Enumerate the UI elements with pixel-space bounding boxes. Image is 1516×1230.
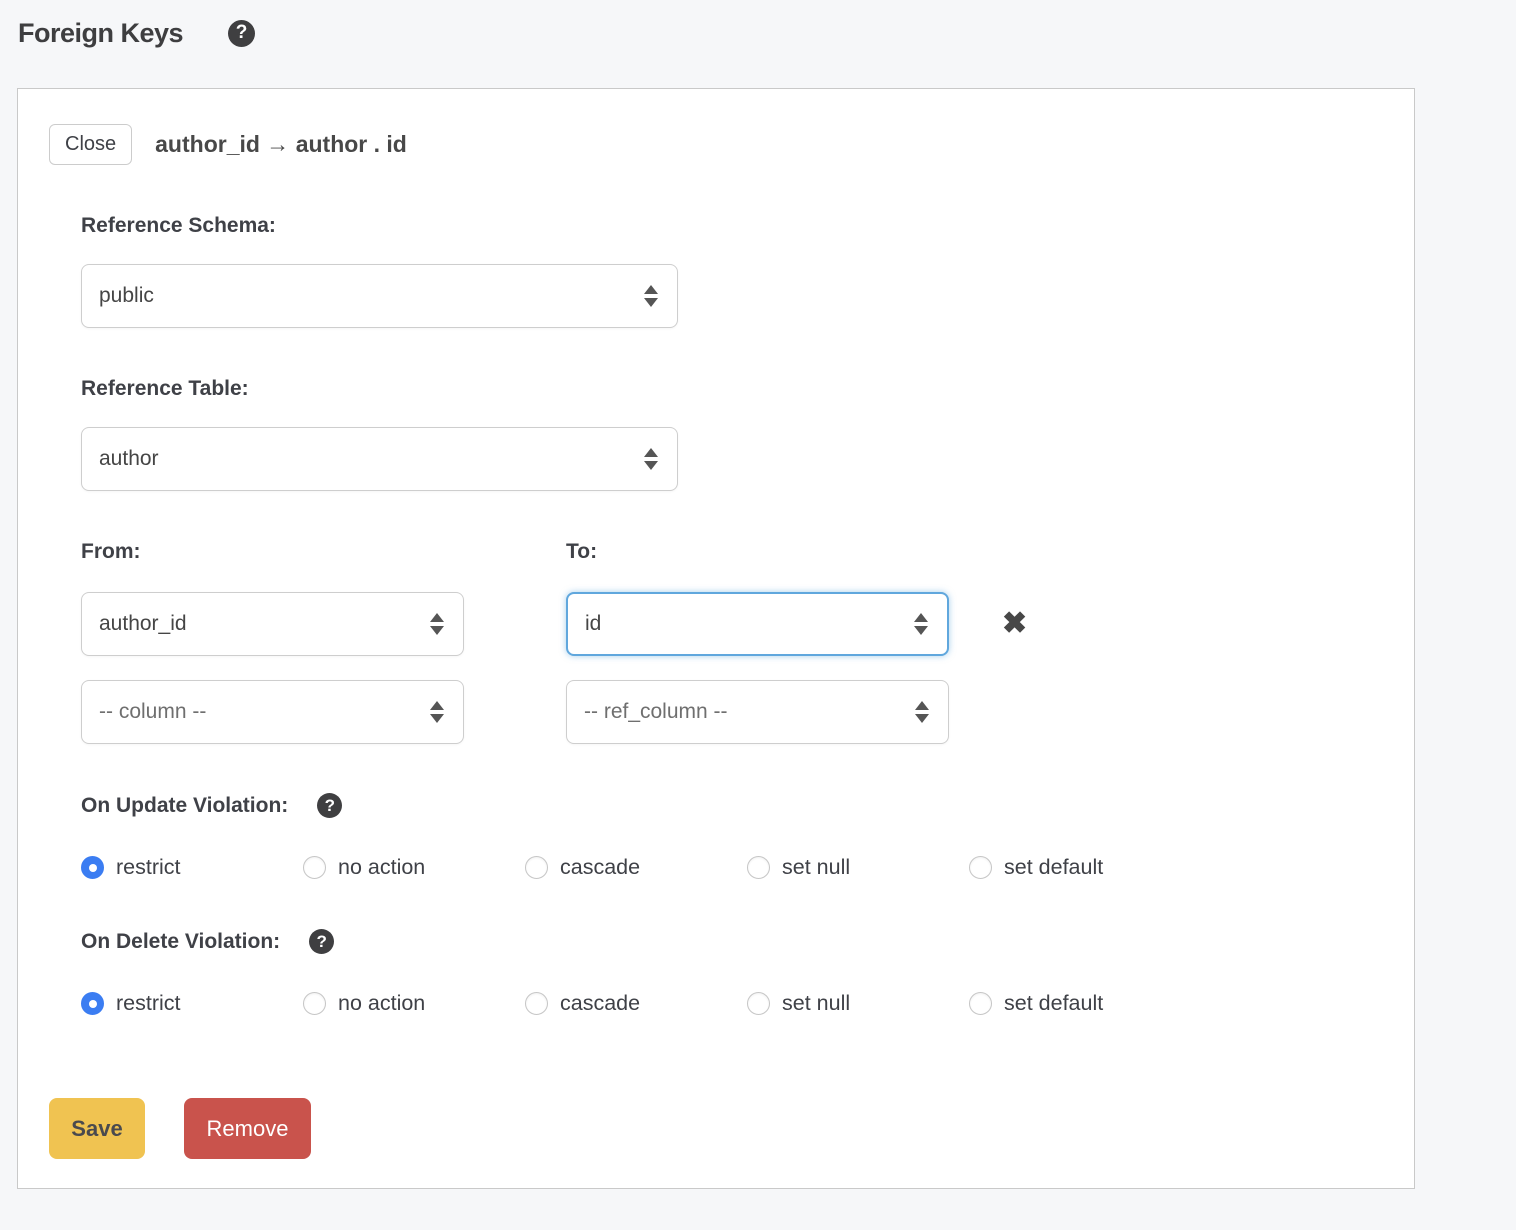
reference-schema-value: public <box>99 284 154 308</box>
radio-on-delete-cascade[interactable]: cascade <box>525 991 747 1016</box>
from-label: From: <box>81 540 566 564</box>
select-spinner-icon <box>915 701 929 723</box>
radio-label[interactable]: set null <box>782 855 850 880</box>
close-button[interactable]: Close <box>49 124 132 165</box>
radio-label[interactable]: cascade <box>560 991 640 1016</box>
radio-unchecked-icon[interactable] <box>525 856 548 879</box>
page-header: Foreign Keys ? <box>0 0 1516 48</box>
radio-label[interactable]: set default <box>1004 991 1103 1016</box>
add-column-row: -- column -- -- ref_column -- <box>81 680 1383 744</box>
radio-label[interactable]: cascade <box>560 855 640 880</box>
add-ref-column-placeholder: -- ref_column -- <box>584 700 728 724</box>
radio-unchecked-icon[interactable] <box>969 856 992 879</box>
radio-label[interactable]: no action <box>338 855 425 880</box>
radio-unchecked-icon[interactable] <box>525 992 548 1015</box>
select-spinner-icon <box>914 613 928 635</box>
editor-header: Close author_id → author . id <box>49 124 1383 165</box>
add-from-column-select[interactable]: -- column -- <box>81 680 464 744</box>
radio-unchecked-icon[interactable] <box>303 856 326 879</box>
radio-checked-icon[interactable] <box>81 856 104 879</box>
on-update-violation-label: On Update Violation: ? <box>81 793 1383 818</box>
remove-button[interactable]: Remove <box>184 1098 311 1159</box>
radio-on-delete-no-action[interactable]: no action <box>303 991 525 1016</box>
on-delete-help-icon[interactable]: ? <box>309 929 334 954</box>
radio-label[interactable]: set default <box>1004 855 1103 880</box>
reference-table-value: author <box>99 447 159 471</box>
radio-unchecked-icon[interactable] <box>303 992 326 1015</box>
select-spinner-icon <box>644 448 658 470</box>
foreign-key-editor-panel: Close author_id → author . id Reference … <box>17 88 1415 1189</box>
select-spinner-icon <box>430 701 444 723</box>
radio-unchecked-icon[interactable] <box>969 992 992 1015</box>
remove-mapping-icon[interactable]: ✖ <box>1002 609 1027 639</box>
page-title: Foreign Keys <box>18 18 183 49</box>
select-spinner-icon <box>644 285 658 307</box>
radio-on-update-no-action[interactable]: no action <box>303 855 525 880</box>
select-spinner-icon <box>430 613 444 635</box>
radio-label[interactable]: set null <box>782 991 850 1016</box>
from-to-labels-row: From: To: <box>81 540 1383 564</box>
from-column-value: author_id <box>99 612 187 636</box>
on-update-violation-text: On Update Violation: <box>81 794 288 818</box>
add-from-column-placeholder: -- column -- <box>99 700 206 724</box>
on-delete-violation-label: On Delete Violation: ? <box>81 929 1383 954</box>
reference-schema-select[interactable]: public <box>81 264 678 328</box>
on-delete-violation-text: On Delete Violation: <box>81 930 280 954</box>
radio-on-update-set-default[interactable]: set default <box>969 855 1191 880</box>
radio-on-update-restrict[interactable]: restrict <box>81 855 303 880</box>
to-column-select[interactable]: id <box>566 592 949 656</box>
radio-checked-icon[interactable] <box>81 992 104 1015</box>
to-label: To: <box>566 540 597 564</box>
from-column-select[interactable]: author_id <box>81 592 464 656</box>
on-update-radio-group: restrict no action cascade set null set … <box>81 855 1383 880</box>
to-column-value: id <box>585 612 601 636</box>
save-button[interactable]: Save <box>49 1098 145 1159</box>
radio-on-delete-set-default[interactable]: set default <box>969 991 1191 1016</box>
action-buttons: Save Remove <box>49 1098 1383 1159</box>
radio-unchecked-icon[interactable] <box>747 856 770 879</box>
radio-on-update-set-null[interactable]: set null <box>747 855 969 880</box>
help-icon[interactable]: ? <box>228 20 255 47</box>
radio-on-delete-restrict[interactable]: restrict <box>81 991 303 1016</box>
reference-table-label: Reference Table: <box>81 377 1383 401</box>
reference-schema-label: Reference Schema: <box>81 214 1383 238</box>
radio-label[interactable]: no action <box>338 991 425 1016</box>
on-delete-radio-group: restrict no action cascade set null set … <box>81 991 1383 1016</box>
add-ref-column-select[interactable]: -- ref_column -- <box>566 680 949 744</box>
radio-on-update-cascade[interactable]: cascade <box>525 855 747 880</box>
radio-unchecked-icon[interactable] <box>747 992 770 1015</box>
reference-table-select[interactable]: author <box>81 427 678 491</box>
fk-form: Reference Schema: public Reference Table… <box>81 214 1383 1016</box>
radio-label[interactable]: restrict <box>116 991 181 1016</box>
radio-on-delete-set-null[interactable]: set null <box>747 991 969 1016</box>
on-update-help-icon[interactable]: ? <box>317 793 342 818</box>
fk-mapping-title: author_id → author . id <box>155 131 407 158</box>
column-mapping-row: author_id id ✖ <box>81 592 1383 656</box>
radio-label[interactable]: restrict <box>116 855 181 880</box>
